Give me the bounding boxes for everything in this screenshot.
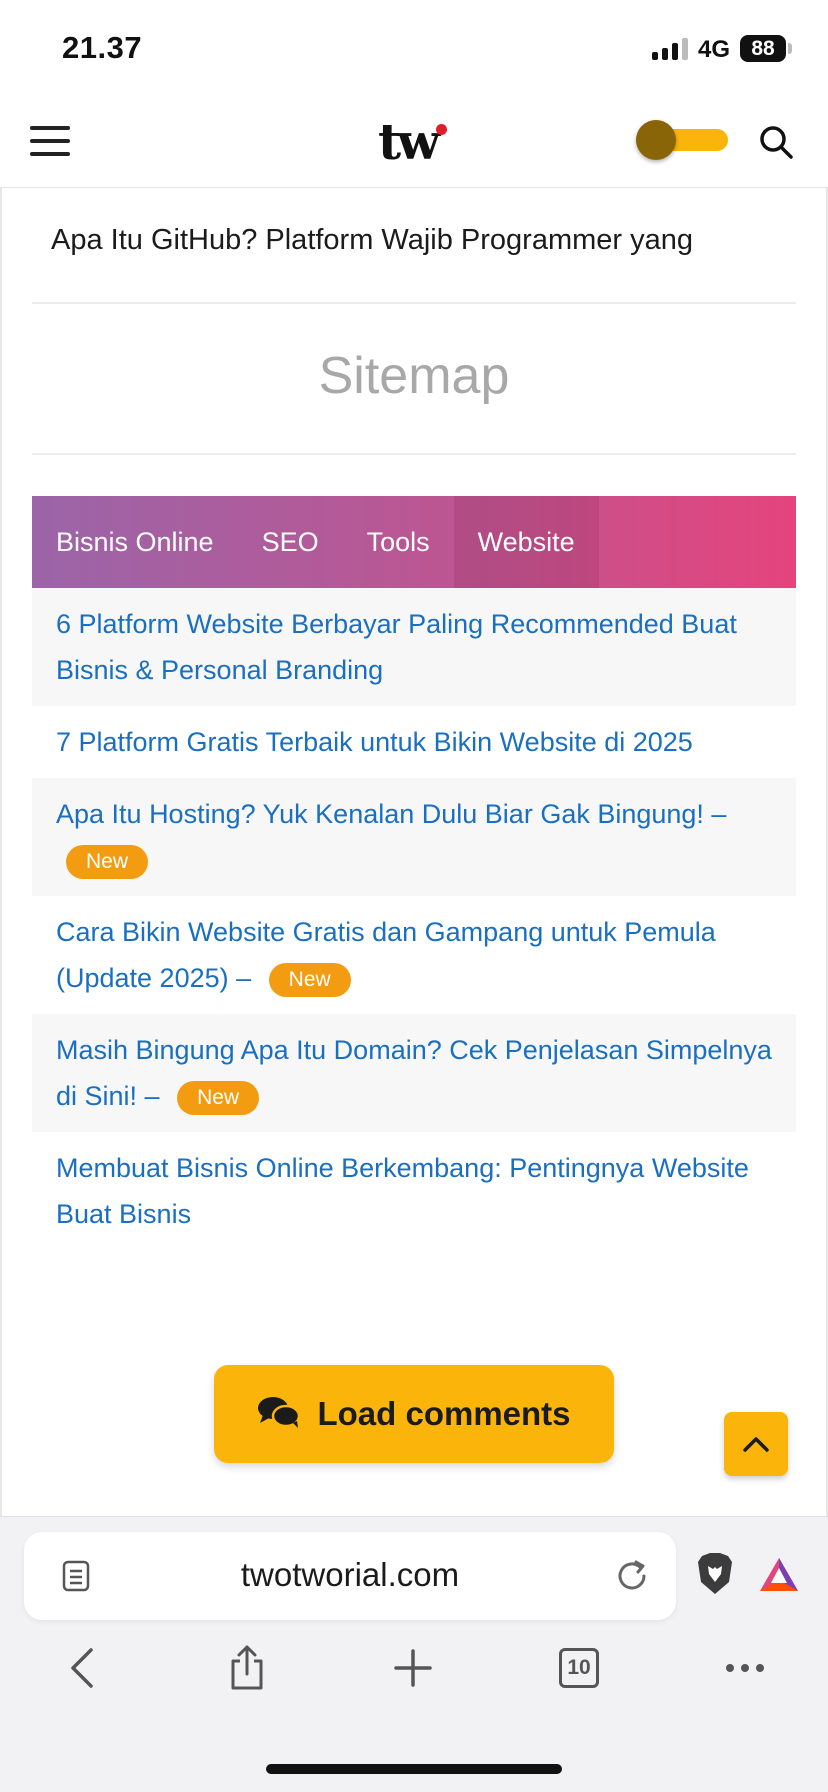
- tabs-icon[interactable]: 10: [551, 1640, 607, 1696]
- sitemap-heading: Sitemap: [318, 347, 510, 405]
- new-badge: New: [268, 962, 351, 997]
- network-type: 4G: [698, 36, 731, 63]
- new-tab-icon[interactable]: [385, 1640, 441, 1696]
- brave-shield-icon[interactable]: [696, 1552, 734, 1601]
- search-icon[interactable]: [758, 124, 794, 160]
- browser-nav: 10: [0, 1640, 828, 1720]
- chevron-up-icon: [743, 1437, 769, 1452]
- menu-icon[interactable]: [30, 126, 70, 156]
- back-icon[interactable]: [54, 1640, 110, 1696]
- list-item[interactable]: Membuat Bisnis Online Berkembang: Pentin…: [32, 1132, 796, 1250]
- tab-website[interactable]: Website: [453, 496, 599, 588]
- load-comments-label: Load comments: [317, 1395, 571, 1432]
- list-item[interactable]: 6 Platform Website Berbayar Paling Recom…: [32, 588, 796, 706]
- url-text[interactable]: twotworial.com: [0, 1556, 700, 1594]
- tab-bisnis-online[interactable]: Bisnis Online: [32, 496, 238, 588]
- list-item[interactable]: Apa Itu Hosting? Yuk Kenalan Dulu Biar G…: [32, 778, 796, 896]
- logo-dot: [436, 124, 447, 135]
- list-item[interactable]: Masih Bingung Apa Itu Domain? Cek Penjel…: [32, 1014, 796, 1132]
- reload-icon[interactable]: [614, 1558, 650, 1599]
- tab-count: 10: [559, 1648, 599, 1688]
- status-time: 21.37: [62, 30, 143, 65]
- share-icon[interactable]: [219, 1640, 275, 1696]
- new-badge: New: [66, 844, 149, 879]
- divider: [32, 302, 796, 304]
- more-icon[interactable]: [717, 1640, 773, 1696]
- bat-rewards-icon[interactable]: [758, 1556, 800, 1599]
- divider: [32, 453, 796, 455]
- sitemap-tabs: Bisnis Online SEO Tools Website: [32, 496, 796, 588]
- post-link[interactable]: Apa Itu Hosting? Yuk Kenalan Dulu Biar G…: [56, 799, 726, 829]
- toggle-knob[interactable]: [636, 120, 676, 160]
- new-badge: New: [177, 1080, 260, 1115]
- battery-level: 88: [740, 35, 786, 62]
- post-title[interactable]: Apa Itu GitHub? Platform Wajib Programme…: [51, 224, 791, 257]
- sitemap-list: 6 Platform Website Berbayar Paling Recom…: [32, 588, 796, 1250]
- site-logo[interactable]: tw: [378, 112, 440, 171]
- signal-icon: [652, 38, 688, 60]
- post-link[interactable]: Cara Bikin Website Gratis dan Gampang un…: [56, 917, 716, 993]
- home-indicator[interactable]: [266, 1764, 562, 1774]
- post-link[interactable]: Masih Bingung Apa Itu Domain? Cek Penjel…: [56, 1035, 772, 1111]
- post-link[interactable]: 7 Platform Gratis Terbaik untuk Bikin We…: [56, 727, 693, 757]
- status-bar: 21.37 4G 88: [0, 0, 828, 96]
- scroll-to-top-button[interactable]: [724, 1412, 788, 1476]
- site-header: tw: [0, 96, 828, 188]
- post-link[interactable]: Membuat Bisnis Online Berkembang: Pentin…: [56, 1153, 749, 1229]
- list-item[interactable]: Cara Bikin Website Gratis dan Gampang un…: [32, 896, 796, 1014]
- battery-cap-icon: [788, 43, 792, 54]
- comments-icon: [257, 1395, 301, 1434]
- load-comments-button[interactable]: Load comments: [214, 1365, 614, 1463]
- tab-tools[interactable]: Tools: [343, 496, 454, 588]
- post-link[interactable]: 6 Platform Website Berbayar Paling Recom…: [56, 609, 737, 685]
- tab-seo[interactable]: SEO: [238, 496, 343, 588]
- list-item[interactable]: 7 Platform Gratis Terbaik untuk Bikin We…: [32, 706, 796, 778]
